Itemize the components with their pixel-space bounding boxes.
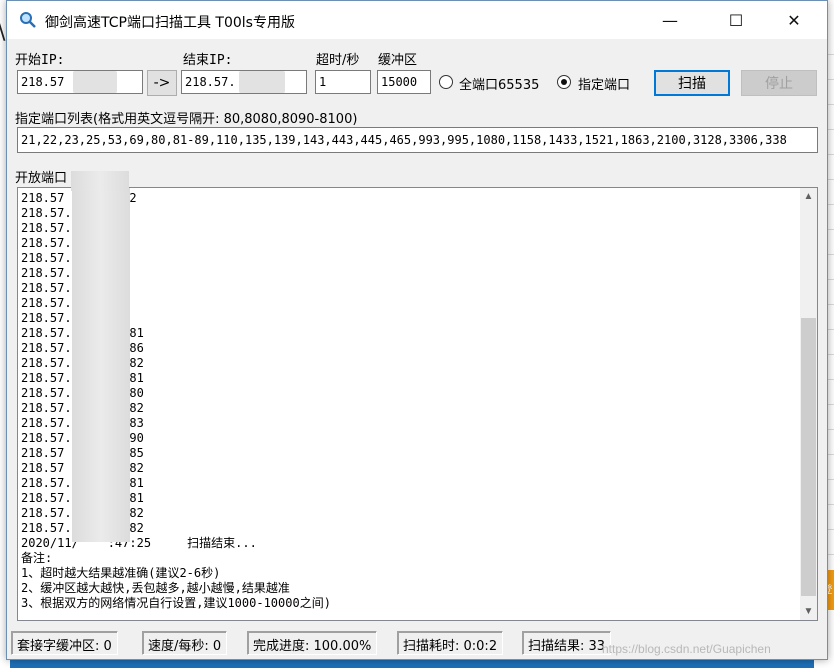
scroll-thumb[interactable] <box>801 318 816 596</box>
output-line: 218.57. :8081 <box>21 491 144 505</box>
output-line: 218.57. :8081 <box>21 326 144 340</box>
status-progress: 完成进度: 100.00% <box>247 631 378 655</box>
end-ip-label: 结束IP: <box>183 53 233 68</box>
copy-ip-arrow-button[interactable]: -> <box>147 70 177 96</box>
redacted-region <box>71 171 129 191</box>
maximize-button[interactable]: ☐ <box>713 1 759 39</box>
redacted-region <box>73 71 117 93</box>
scan-button[interactable]: 扫描 <box>654 70 730 96</box>
output-line: 218.57.1 :81 <box>21 251 129 265</box>
title-bar: 御剑高速TCP端口扫描工具 T00ls专用版 — ☐ ✕ <box>7 1 827 39</box>
port-list-label: 指定端口列表(格式用英文逗号隔开: 80,8080,8090-8100) <box>15 112 358 127</box>
start-ip-label: 开始IP: <box>15 53 65 68</box>
stop-button[interactable]: 停止 <box>741 70 817 96</box>
redacted-region <box>239 71 285 93</box>
output-line: 218.57. 85 <box>21 296 129 310</box>
output-line: 218.57. 82 <box>21 221 129 235</box>
status-socket-buffer: 套接字缓冲区: 0 <box>11 631 118 655</box>
output-line: 218.57. :8086 <box>21 341 144 355</box>
scroll-up-icon[interactable]: ▲ <box>800 188 817 205</box>
output-line: 218.57. :86 <box>21 281 129 295</box>
output-line: 备注: <box>21 551 53 565</box>
output-line: 218.57 8082 <box>21 191 137 205</box>
redacted-region <box>72 188 130 542</box>
timeout-label: 超时/秒 <box>316 53 360 68</box>
output-line: 218.57. :8082 <box>21 356 144 370</box>
open-ports-output[interactable]: 218.57 8082218.57. 80218.57. 82218.57. 8… <box>17 187 818 621</box>
output-line: 218.57. :8080 <box>21 386 144 400</box>
output-line: 218.57. 80 <box>21 206 129 220</box>
scanner-window: 御剑高速TCP端口扫描工具 T00ls专用版 — ☐ ✕ 开始IP: 结束IP:… <box>6 0 828 660</box>
output-line: 218.57 :8082 <box>21 461 144 475</box>
specified-ports-radio[interactable] <box>557 75 571 89</box>
status-elapsed: 扫描耗时: 0:0:2 <box>397 631 504 655</box>
close-icon: ✕ <box>787 10 801 30</box>
output-line: 218.57. :8083 <box>21 416 144 430</box>
buffer-label: 缓冲区 <box>378 53 418 68</box>
output-line: 218.57.1 :8082 <box>21 521 144 535</box>
watermark: https://blog.csdn.net/Guapichen <box>602 642 771 656</box>
all-ports-radio[interactable] <box>439 75 453 89</box>
output-line: 2020/11/ :47:25 扫描结束... <box>21 536 257 550</box>
window-title: 御剑高速TCP端口扫描工具 T00ls专用版 <box>45 15 295 31</box>
close-button[interactable]: ✕ <box>771 1 817 39</box>
magnifier-icon <box>20 12 36 28</box>
output-line: 218.57. 83 <box>21 236 129 250</box>
output-line: 218.57. :8081 <box>21 476 144 490</box>
output-line: 1、超时越大结果越准确(建议2-6秒) <box>21 566 221 580</box>
output-line: 218.57. :84 <box>21 266 129 280</box>
open-ports-label: 开放端口 <box>15 171 68 186</box>
scroll-down-icon[interactable]: ▼ <box>800 603 817 620</box>
timeout-input[interactable]: 1 <box>315 70 371 94</box>
output-line: 218.57.1 :8082 <box>21 506 144 520</box>
all-ports-label: 全端口65535 <box>459 78 540 93</box>
specified-ports-label: 指定端口 <box>578 78 631 93</box>
output-line: 218.57. :8082 <box>21 401 144 415</box>
output-line: 218.57. 443 <box>21 311 129 325</box>
minimize-icon: — <box>662 10 678 30</box>
minimize-button[interactable]: — <box>647 1 693 39</box>
status-speed: 速度/每秒: 0 <box>142 631 228 655</box>
output-line: 3、根据双方的网络情况自行设置,建议1000-10000之间) <box>21 596 331 610</box>
port-list-input[interactable]: 21,22,23,25,53,69,80,81-89,110,135,139,1… <box>17 127 818 153</box>
output-line: 218.57. :9090 <box>21 431 144 445</box>
output-lines: 218.57 8082218.57. 80218.57. 82218.57. 8… <box>21 191 791 611</box>
output-line: 218.57. :8081 <box>21 371 144 385</box>
maximize-icon: ☐ <box>728 10 744 30</box>
buffer-input[interactable]: 15000 <box>377 70 431 94</box>
output-line: 2、缓冲区越大越快,丢包越多,越小越慢,结果越准 <box>21 581 290 595</box>
background-partial-glyph: \ <box>0 20 5 45</box>
status-results: 扫描结果: 33 <box>522 631 612 655</box>
vertical-scrollbar[interactable]: ▲ ▼ <box>800 188 817 620</box>
output-line: 218.57 :8085 <box>21 446 144 460</box>
